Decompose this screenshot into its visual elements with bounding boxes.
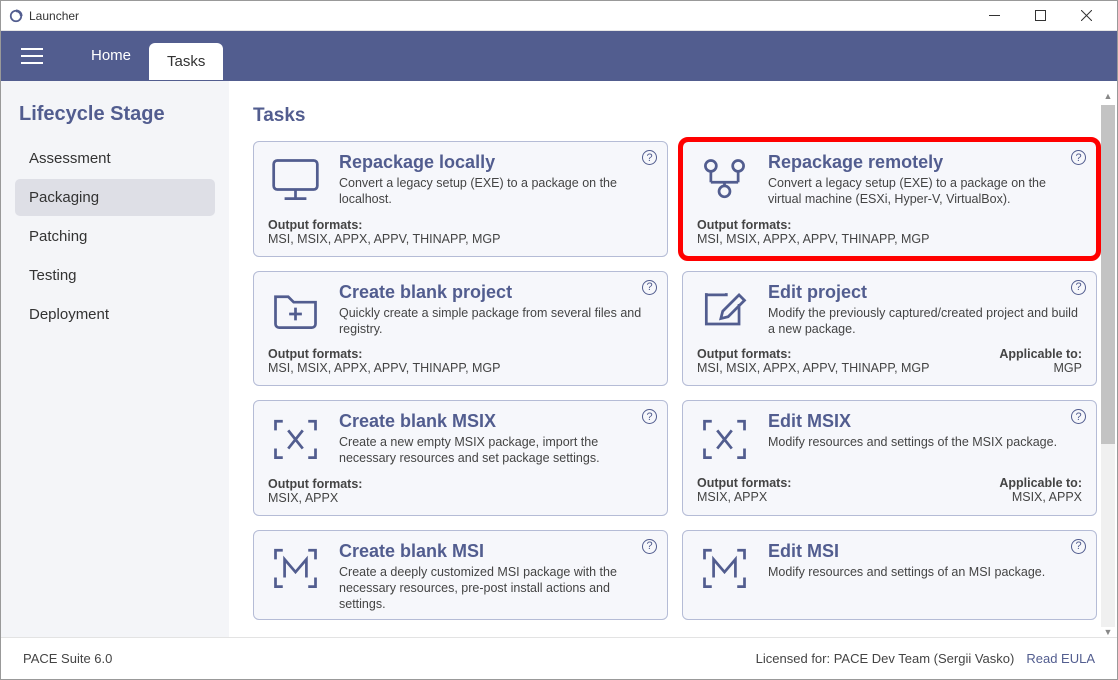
applicable-to-label: Applicable to: [999, 476, 1082, 490]
task-card[interactable]: ? Edit MSIX Modify resources and setting… [682, 400, 1097, 516]
output-formats-label: Output formats: [268, 477, 362, 491]
applicable-to-label: Applicable to: [999, 347, 1082, 361]
sidebar-item-deployment[interactable]: Deployment [15, 296, 215, 333]
titlebar: Launcher [1, 1, 1117, 31]
folder-plus-icon [268, 282, 323, 337]
version-text: PACE Suite 6.0 [23, 651, 112, 666]
task-card[interactable]: ? Repackage locally Convert a legacy set… [253, 141, 668, 257]
sidebar-heading: Lifecycle Stage [19, 103, 215, 126]
edit-icon [697, 282, 752, 337]
card-title: Edit MSI [768, 541, 1045, 562]
task-card[interactable]: ? Create blank MSIX Create a new empty M… [253, 400, 668, 516]
card-title: Edit project [768, 282, 1082, 303]
task-card[interactable]: ? Edit project Modify the previously cap… [682, 271, 1097, 387]
hamburger-menu-icon[interactable] [21, 48, 43, 64]
navbar: Home Tasks [1, 31, 1117, 81]
task-card[interactable]: ? Create blank MSI Create a deeply custo… [253, 530, 668, 620]
x-brackets-icon [268, 411, 323, 466]
output-formats-label: Output formats: [697, 218, 791, 232]
help-icon[interactable]: ? [642, 150, 657, 165]
card-description: Quickly create a simple package from sev… [339, 305, 653, 338]
help-icon[interactable]: ? [1071, 150, 1086, 165]
card-description: Create a new empty MSIX package, import … [339, 434, 653, 467]
task-card[interactable]: ? Create blank project Quickly create a … [253, 271, 668, 387]
card-title: Edit MSIX [768, 411, 1057, 432]
output-formats-value: MSIX, APPX [268, 491, 338, 505]
sidebar-item-assessment[interactable]: Assessment [15, 140, 215, 177]
scrollbar-thumb[interactable] [1101, 105, 1115, 444]
card-description: Convert a legacy setup (EXE) to a packag… [339, 175, 653, 208]
card-description: Convert a legacy setup (EXE) to a packag… [768, 175, 1082, 208]
card-title: Repackage locally [339, 152, 653, 173]
nav-tab-home[interactable]: Home [73, 35, 149, 78]
main-panel: Tasks ? Repackage locally Convert a lega… [229, 81, 1117, 637]
help-icon[interactable]: ? [642, 409, 657, 424]
help-icon[interactable]: ? [1071, 409, 1086, 424]
card-title: Create blank MSIX [339, 411, 653, 432]
sidebar: Lifecycle Stage Assessment Packaging Pat… [1, 81, 229, 637]
maximize-button[interactable] [1017, 1, 1063, 31]
scroll-up-icon[interactable]: ▲ [1101, 91, 1115, 105]
sidebar-item-packaging[interactable]: Packaging [15, 179, 215, 216]
monitor-icon [268, 152, 323, 207]
card-description: Modify the previously captured/created p… [768, 305, 1082, 338]
m-brackets-icon [697, 541, 752, 596]
nav-tab-tasks[interactable]: Tasks [149, 43, 223, 80]
applicable-to-value: MGP [1054, 361, 1082, 375]
card-description: Modify resources and settings of the MSI… [768, 434, 1057, 450]
m-brackets-icon [268, 541, 323, 596]
app-logo-icon [9, 9, 23, 23]
output-formats-label: Output formats: [697, 476, 791, 490]
output-formats-label: Output formats: [268, 347, 362, 361]
task-card[interactable]: ? Edit MSI Modify resources and settings… [682, 530, 1097, 620]
help-icon[interactable]: ? [642, 539, 657, 554]
sidebar-item-patching[interactable]: Patching [15, 218, 215, 255]
card-description: Modify resources and settings of an MSI … [768, 564, 1045, 580]
footer: PACE Suite 6.0 Licensed for: PACE Dev Te… [1, 637, 1117, 679]
help-icon[interactable]: ? [642, 280, 657, 295]
main-heading: Tasks [253, 105, 1097, 127]
card-description: Create a deeply customized MSI package w… [339, 564, 653, 613]
minimize-button[interactable] [971, 1, 1017, 31]
x-brackets-icon [697, 411, 752, 466]
license-text: Licensed for: PACE Dev Team (Sergii Vask… [756, 651, 1015, 666]
window-title: Launcher [29, 9, 971, 23]
sidebar-item-testing[interactable]: Testing [15, 257, 215, 294]
close-button[interactable] [1063, 1, 1109, 31]
network-icon [697, 152, 752, 207]
applicable-to-value: MSIX, APPX [1012, 490, 1082, 504]
help-icon[interactable]: ? [1071, 539, 1086, 554]
output-formats-value: MSIX, APPX [697, 490, 767, 504]
output-formats-value: MSI, MSIX, APPX, APPV, THINAPP, MGP [268, 361, 501, 375]
card-title: Create blank project [339, 282, 653, 303]
task-card[interactable]: ? Repackage remotely Convert a legacy se… [682, 141, 1097, 257]
output-formats-value: MSI, MSIX, APPX, APPV, THINAPP, MGP [697, 232, 930, 246]
output-formats-label: Output formats: [268, 218, 362, 232]
output-formats-label: Output formats: [697, 347, 791, 361]
output-formats-value: MSI, MSIX, APPX, APPV, THINAPP, MGP [697, 361, 930, 375]
output-formats-value: MSI, MSIX, APPX, APPV, THINAPP, MGP [268, 232, 501, 246]
help-icon[interactable]: ? [1071, 280, 1086, 295]
card-title: Repackage remotely [768, 152, 1082, 173]
eula-link[interactable]: Read EULA [1026, 651, 1095, 666]
scrollbar[interactable]: ▲ ▼ [1101, 105, 1115, 627]
scroll-down-icon[interactable]: ▼ [1101, 627, 1115, 637]
card-title: Create blank MSI [339, 541, 653, 562]
